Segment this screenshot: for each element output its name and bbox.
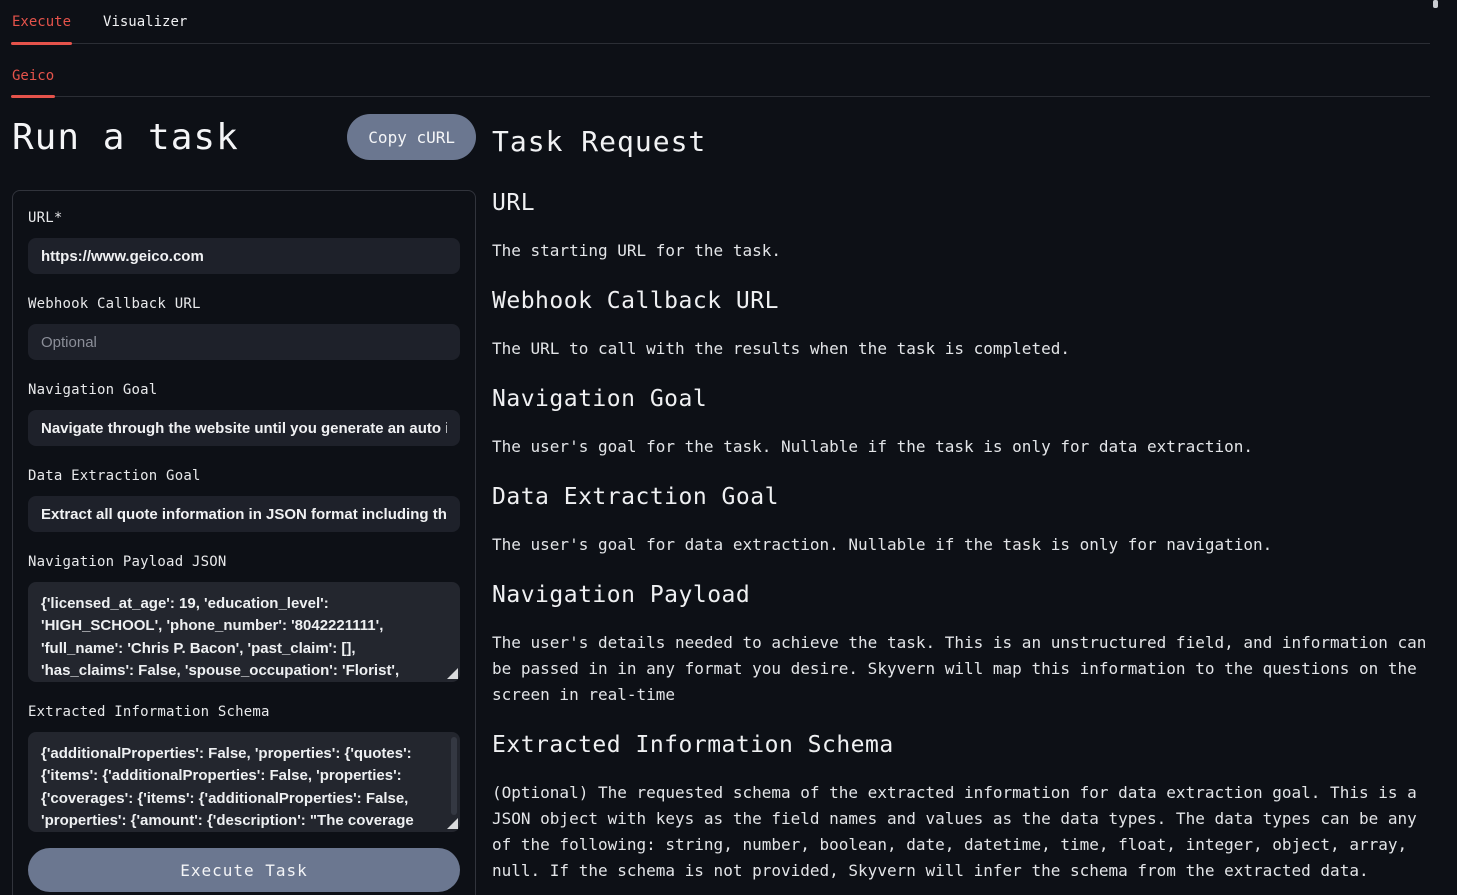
navigation-payload-field-group: Navigation Payload JSON {'licensed_at_ag… — [28, 554, 460, 682]
docs-title: Task Request — [492, 125, 1457, 158]
data-extraction-goal-field-group: Data Extraction Goal — [28, 468, 460, 532]
run-task-header: Run a task Copy cURL — [12, 114, 476, 160]
sub-tab-bar: Geico — [12, 44, 1430, 97]
doc-description: (Optional) The requested schema of the e… — [492, 780, 1432, 884]
url-label: URL* — [28, 210, 460, 226]
task-form-card: URL* Webhook Callback URL Navigation Goa… — [12, 190, 476, 895]
doc-description: The user's details needed to achieve the… — [492, 630, 1432, 708]
task-request-docs: Task Request URL The starting URL for th… — [492, 114, 1457, 895]
webhook-field-group: Webhook Callback URL — [28, 296, 460, 360]
navigation-payload-label: Navigation Payload JSON — [28, 554, 460, 570]
doc-section-data-extraction-goal: Data Extraction Goal The user's goal for… — [492, 484, 1457, 558]
doc-heading: Extracted Information Schema — [492, 732, 1457, 759]
doc-section-extracted-schema: Extracted Information Schema (Optional) … — [492, 732, 1457, 884]
page-scrollbar-thumb[interactable] — [1433, 0, 1438, 8]
textarea-scrollbar[interactable] — [451, 737, 457, 815]
tab-visualizer[interactable]: Visualizer — [103, 14, 187, 43]
url-input[interactable] — [28, 238, 460, 274]
execute-task-button[interactable]: Execute Task — [28, 848, 460, 892]
doc-section-navigation-goal: Navigation Goal The user's goal for the … — [492, 386, 1457, 460]
resize-handle-icon[interactable] — [447, 668, 458, 679]
doc-section-webhook: Webhook Callback URL The URL to call wit… — [492, 288, 1457, 362]
data-extraction-goal-label: Data Extraction Goal — [28, 468, 460, 484]
navigation-goal-label: Navigation Goal — [28, 382, 460, 398]
extracted-schema-field-group: Extracted Information Schema {'additiona… — [28, 704, 460, 832]
extracted-schema-label: Extracted Information Schema — [28, 704, 460, 720]
doc-description: The starting URL for the task. — [492, 238, 1432, 264]
resize-handle-icon[interactable] — [447, 818, 458, 829]
webhook-label: Webhook Callback URL — [28, 296, 460, 312]
doc-heading: Webhook Callback URL — [492, 288, 1457, 315]
doc-heading: Data Extraction Goal — [492, 484, 1457, 511]
doc-heading: Navigation Goal — [492, 386, 1457, 413]
navigation-goal-input[interactable] — [28, 410, 460, 446]
navigation-payload-wrap: {'licensed_at_age': 19, 'education_level… — [28, 582, 460, 682]
webhook-input[interactable] — [28, 324, 460, 360]
navigation-payload-textarea[interactable]: {'licensed_at_age': 19, 'education_level… — [28, 582, 460, 682]
top-tab-bar: Execute Visualizer — [12, 0, 1430, 44]
tab-execute[interactable]: Execute — [12, 14, 71, 43]
doc-heading: URL — [492, 190, 1457, 217]
run-task-panel: Run a task Copy cURL URL* Webhook Callba… — [12, 114, 476, 895]
copy-curl-button[interactable]: Copy cURL — [347, 114, 476, 160]
doc-section-navigation-payload: Navigation Payload The user's details ne… — [492, 582, 1457, 708]
doc-description: The user's goal for data extraction. Nul… — [492, 532, 1432, 558]
doc-description: The URL to call with the results when th… — [492, 336, 1432, 362]
doc-section-url: URL The starting URL for the task. — [492, 190, 1457, 264]
extracted-schema-wrap: {'additionalProperties': False, 'propert… — [28, 732, 460, 832]
url-field-group: URL* — [28, 210, 460, 274]
tab-geico[interactable]: Geico — [12, 68, 54, 96]
navigation-goal-field-group: Navigation Goal — [28, 382, 460, 446]
doc-heading: Navigation Payload — [492, 582, 1457, 609]
extracted-schema-textarea[interactable]: {'additionalProperties': False, 'propert… — [28, 732, 460, 832]
page-title: Run a task — [12, 117, 239, 158]
main-content: Run a task Copy cURL URL* Webhook Callba… — [0, 97, 1457, 895]
data-extraction-goal-input[interactable] — [28, 496, 460, 532]
doc-description: The user's goal for the task. Nullable i… — [492, 434, 1432, 460]
